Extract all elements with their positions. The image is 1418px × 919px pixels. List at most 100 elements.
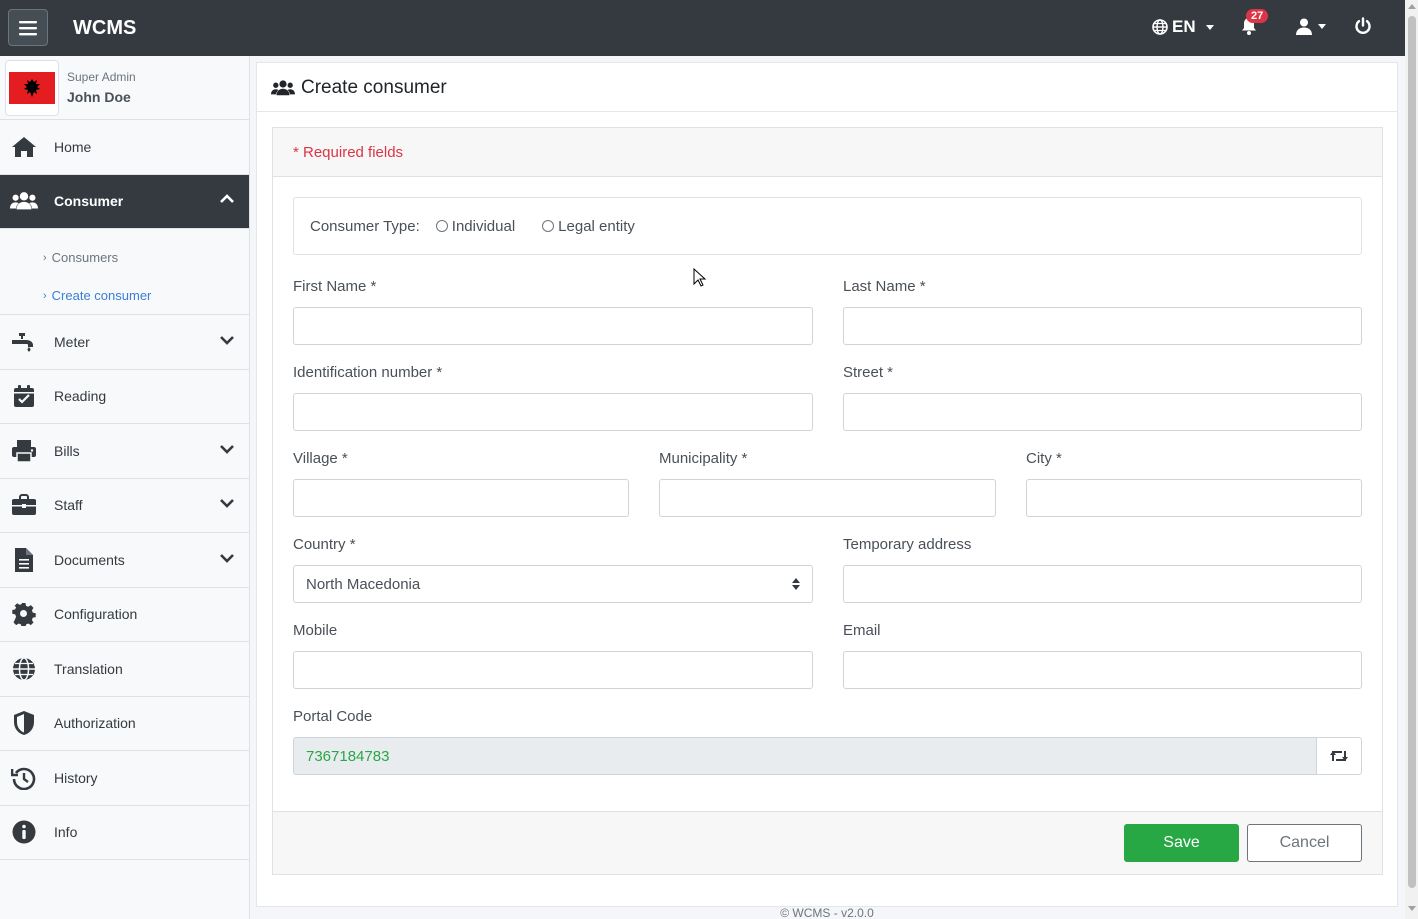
albania-flag-eagle-icon: [24, 79, 40, 97]
sidebar-item-staff[interactable]: Staff: [0, 479, 249, 533]
sidebar-item-authorization[interactable]: Authorization: [0, 697, 249, 751]
sidebar-item-translation[interactable]: Translation: [0, 642, 249, 697]
users-icon: [10, 187, 38, 215]
home-icon: [10, 133, 38, 161]
temporary-address-field[interactable]: [843, 565, 1362, 603]
sidebar-subitem-create-consumer[interactable]: › Create consumer: [43, 288, 151, 303]
info-icon: [10, 818, 38, 846]
globe-icon: [10, 655, 38, 683]
radio-circle-icon[interactable]: [542, 220, 555, 232]
shield-icon: [10, 709, 38, 737]
chevron-down-icon: [219, 442, 235, 460]
sidebar-item-history[interactable]: History: [0, 751, 249, 806]
first-name-field[interactable]: [293, 307, 813, 345]
sidebar-item-info[interactable]: Info: [0, 806, 249, 860]
scroll-down-arrow-icon[interactable]: [1408, 906, 1416, 911]
chevron-down-icon: [219, 333, 235, 351]
country-select[interactable]: North Macedonia: [293, 565, 813, 603]
municipality-field[interactable]: [659, 479, 996, 517]
form-footer: Save Cancel: [273, 811, 1382, 874]
briefcase-icon: [10, 491, 38, 519]
sidebar-item-label: Meter: [54, 333, 90, 350]
country-selected-value: North Macedonia: [306, 575, 421, 593]
language-dropdown[interactable]: EN: [1152, 17, 1214, 37]
country-label: Country *: [293, 536, 356, 553]
page-scrollbar[interactable]: [1405, 0, 1418, 919]
city-field[interactable]: [1026, 479, 1362, 517]
radio-circle-icon[interactable]: [435, 220, 448, 232]
sidebar-item-label: Bills: [54, 442, 80, 459]
email-label: Email: [843, 622, 881, 639]
history-icon: [10, 764, 38, 792]
identification-number-field[interactable]: [293, 393, 813, 431]
chevron-down-icon: [1205, 24, 1214, 30]
faucet-icon: [10, 328, 38, 356]
chevron-up-icon: [219, 192, 235, 210]
chevron-down-icon: [1318, 24, 1326, 29]
portal-code-value: 7367184783: [306, 747, 390, 765]
scroll-up-arrow-icon[interactable]: [1408, 4, 1416, 9]
select-arrows-icon: [792, 578, 800, 590]
street-field[interactable]: [843, 393, 1362, 431]
user-menu-dropdown[interactable]: [1296, 18, 1326, 35]
main-content: Create consumer * Required fields Consum…: [256, 62, 1398, 907]
user-panel: Super Admin John Doe: [0, 56, 249, 120]
sidebar-item-label: Configuration: [54, 606, 138, 623]
language-label: EN: [1172, 17, 1196, 36]
cancel-button[interactable]: Cancel: [1247, 824, 1362, 862]
brand-title[interactable]: WCMS: [73, 17, 136, 40]
sidebar-item-label: Translation: [54, 660, 123, 677]
page-title: Create consumer: [271, 77, 447, 99]
last-name-label: Last Name *: [843, 278, 926, 295]
sidebar-item-home[interactable]: Home: [0, 120, 249, 175]
sidebar-subitem-consumers[interactable]: › Consumers: [43, 250, 118, 265]
gear-icon: [10, 600, 38, 628]
users-icon: [271, 80, 295, 96]
radio-individual-label: Individual: [451, 217, 516, 235]
sidebar-item-reading[interactable]: Reading: [0, 370, 249, 424]
consumer-type-group: Consumer Type: Individual Legal entity: [293, 197, 1362, 255]
municipality-label: Municipality *: [659, 450, 748, 467]
village-field[interactable]: [293, 479, 629, 517]
sidebar: Super Admin John Doe Home Consumer › Con…: [0, 56, 250, 919]
menu-icon: [19, 20, 37, 35]
chevron-down-icon: [219, 551, 235, 569]
sidebar-subitem-label: Create consumer: [51, 288, 152, 303]
page-title-text: Create consumer: [301, 77, 447, 98]
sidebar-item-meter[interactable]: Meter: [0, 315, 249, 370]
sidebar-item-label: Consumer: [54, 193, 124, 210]
radio-legal-entity[interactable]: Legal entity: [542, 218, 635, 235]
mouse-cursor-icon: [693, 268, 707, 287]
email-field[interactable]: [843, 651, 1362, 689]
user-role: Super Admin: [67, 70, 136, 84]
form-header: * Required fields: [273, 128, 1382, 177]
radio-legal-entity-label: Legal entity: [558, 217, 635, 235]
sidebar-subitem-label: Consumers: [51, 250, 119, 265]
chevron-right-icon: ›: [43, 251, 47, 264]
document-icon: [10, 546, 38, 574]
last-name-field[interactable]: [843, 307, 1362, 345]
user-icon: [1296, 18, 1312, 35]
power-icon: [1355, 17, 1371, 35]
consumer-type-label: Consumer Type:: [310, 217, 420, 235]
sidebar-item-configuration[interactable]: Configuration: [0, 588, 249, 642]
sidebar-item-label: Info: [54, 824, 78, 841]
identification-number-label: Identification number *: [293, 364, 443, 381]
mobile-field[interactable]: [293, 651, 813, 689]
logout-button[interactable]: [1354, 17, 1372, 40]
sidebar-item-documents[interactable]: Documents: [0, 533, 249, 588]
save-button[interactable]: Save: [1124, 824, 1239, 862]
radio-individual[interactable]: Individual: [435, 217, 516, 235]
sidebar-item-bills[interactable]: Bills: [0, 424, 249, 479]
sidebar-item-consumer[interactable]: Consumer: [0, 174, 249, 229]
regenerate-portal-code-button[interactable]: [1316, 737, 1362, 775]
sidebar-item-label: Home: [54, 138, 92, 155]
hamburger-menu-button[interactable]: [8, 9, 48, 46]
street-label: Street *: [843, 364, 894, 381]
retweet-icon: [1330, 751, 1348, 761]
create-consumer-form: * Required fields Consumer Type: Individ…: [272, 127, 1383, 875]
portal-code-field: 7367184783: [293, 737, 1317, 775]
consumer-submenu: › Consumers › Create consumer: [0, 229, 249, 315]
scroll-thumb[interactable]: [1408, 16, 1416, 888]
sidebar-item-label: Staff: [54, 497, 83, 514]
